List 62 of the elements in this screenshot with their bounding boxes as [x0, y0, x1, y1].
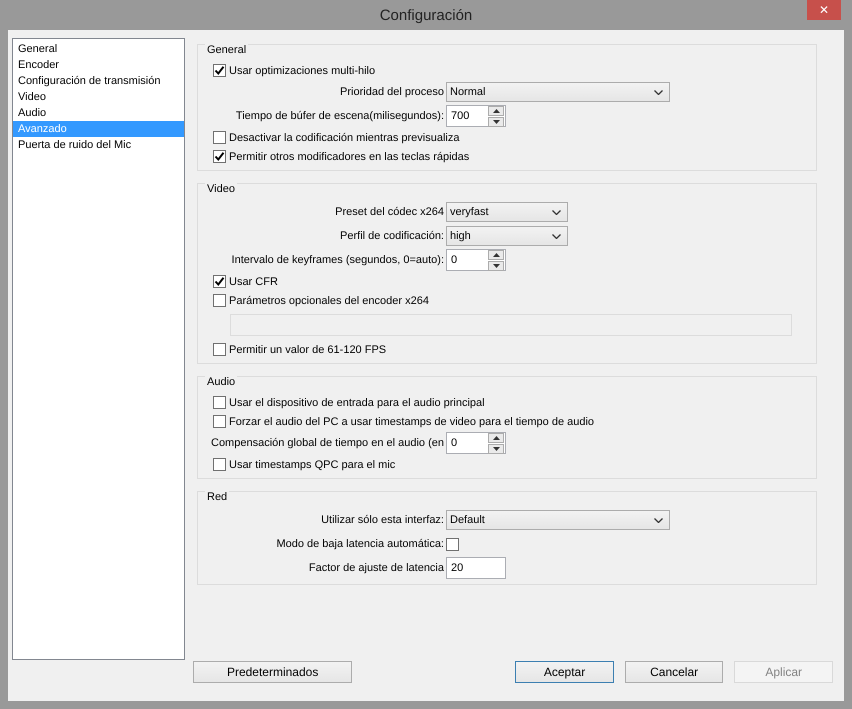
spin-up-button[interactable] [488, 250, 504, 260]
dialog-button[interactable]: Predeterminados [193, 661, 352, 683]
checkbox-label: Usar CFR [229, 276, 278, 288]
field-label: Intervalo de keyframes (segundos, 0=auto): [230, 254, 445, 266]
dropdown[interactable]: high [446, 226, 568, 246]
caret-icon [654, 90, 663, 94]
sidebar-item[interactable]: Encoder [13, 57, 184, 73]
caret-icon [552, 234, 561, 238]
checkbox-label: Usar optimizaciones multi-hilo [229, 64, 376, 76]
field-label: Perfil de codificación: [339, 230, 445, 242]
checkbox-box[interactable] [213, 275, 226, 288]
checkbox-box[interactable] [213, 415, 226, 428]
spin-down-button[interactable] [488, 116, 504, 126]
dialog-button[interactable]: Cancelar [624, 661, 724, 683]
sidebar-item[interactable]: Audio [13, 105, 184, 121]
checkbox[interactable] [446, 538, 459, 550]
caret-icon [552, 210, 561, 214]
accept-button[interactable]: Aceptar [515, 661, 614, 683]
window-title: Configuración [380, 6, 472, 24]
field-label: Tiempo de búfer de escena(milisegundos): [234, 110, 445, 122]
checkbox-label: Permitir un valor de 61-120 FPS [229, 344, 386, 356]
checkbox[interactable]: Usar timestamps QPC para el mic [213, 458, 396, 471]
up-arrow-icon [492, 436, 500, 440]
checkbox[interactable]: Permitir un valor de 61-120 FPS [213, 343, 386, 356]
checkbox-box[interactable] [213, 294, 226, 307]
up-arrow-icon [492, 108, 500, 112]
down-arrow-icon [492, 120, 500, 124]
dropdown[interactable]: Normal [446, 82, 670, 102]
spin-field[interactable]: 700 [446, 105, 506, 127]
checkbox-box[interactable] [213, 64, 226, 77]
checkbox-box[interactable] [213, 343, 226, 356]
input-field[interactable]: 20 [446, 557, 506, 579]
dropdown[interactable]: Default [446, 510, 670, 530]
sidebar-item[interactable]: Puerta de ruido del Mic [13, 137, 184, 153]
dropdown[interactable]: veryfast [446, 202, 568, 222]
checkbox-label: Usar timestamps QPC para el mic [229, 458, 396, 470]
field-label: Prioridad del proceso [339, 86, 445, 98]
spin-down-button[interactable] [488, 260, 504, 270]
checkbox[interactable]: Usar CFR [213, 275, 278, 288]
spin-up-button[interactable] [488, 106, 504, 116]
spin-field[interactable]: 0 [446, 249, 506, 271]
sidebar-item[interactable]: Configuración de transmisión [13, 73, 184, 89]
field-label: Compensación global de tiempo en el audio (en [210, 437, 445, 449]
field-label: Utilizar sólo esta interfaz: [320, 514, 445, 526]
checkbox[interactable]: Usar optimizaciones multi-hilo [213, 64, 376, 77]
sidebar-item[interactable]: General [13, 41, 184, 57]
checkbox-box[interactable] [213, 396, 226, 409]
close-button[interactable]: ✕ [807, 0, 841, 20]
checkbox-box[interactable] [213, 458, 226, 471]
checkbox-box[interactable] [213, 131, 226, 144]
spin-field[interactable]: 0 [446, 432, 506, 454]
caret-icon [654, 518, 663, 522]
spin-up-button[interactable] [488, 432, 504, 442]
down-arrow-icon [492, 264, 500, 268]
checkbox-box[interactable] [213, 150, 226, 163]
field-label: Modo de baja latencia automática: [275, 538, 445, 550]
down-arrow-icon [492, 446, 500, 450]
field-label: Preset del códec x264 [334, 206, 445, 218]
sidebar-item[interactable]: Video [13, 89, 184, 105]
field-label: Factor de ajuste de latencia [308, 562, 445, 574]
spin-down-button[interactable] [488, 444, 504, 454]
up-arrow-icon [492, 252, 500, 256]
